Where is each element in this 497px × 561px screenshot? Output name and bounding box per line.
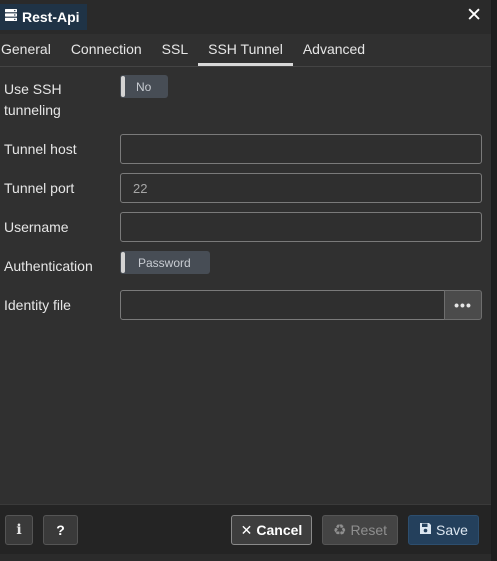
browse-file-button[interactable]: ••• [444, 290, 482, 320]
tunnel-host-input[interactable] [120, 134, 482, 164]
authentication-toggle-value: Password [138, 255, 191, 270]
use-ssh-toggle[interactable]: No [120, 75, 168, 98]
tab-connection[interactable]: Connection [61, 34, 152, 66]
save-label: Save [436, 522, 468, 538]
reset-button[interactable]: ♻ Reset [322, 515, 398, 545]
tunnel-port-label: Tunnel port [4, 180, 75, 196]
help-button[interactable]: ? [43, 515, 78, 545]
use-ssh-toggle-value: No [136, 79, 152, 94]
username-input[interactable] [120, 212, 482, 242]
close-icon[interactable]: ✕ [466, 6, 482, 26]
info-icon: i [16, 522, 22, 538]
username-label: Username [4, 219, 69, 235]
info-button[interactable]: i [5, 515, 33, 545]
tunnel-host-label: Tunnel host [4, 141, 77, 157]
identity-file-label: Identity file [4, 297, 71, 313]
server-dialog: Rest-Api ✕ General Connection SSL SSH Tu… [0, 0, 492, 554]
recycle-icon: ♻ [332, 522, 347, 539]
save-button[interactable]: Save [408, 515, 479, 545]
authentication-toggle[interactable]: Password [120, 251, 210, 274]
tab-bar: General Connection SSL SSH Tunnel Advanc… [0, 34, 491, 67]
tab-ssh-tunnel[interactable]: SSH Tunnel [198, 34, 293, 66]
dialog-footer: i ? ✕ Cancel ♻ Reset Save [0, 504, 491, 554]
floppy-disk-icon [419, 522, 432, 538]
cancel-button[interactable]: ✕ Cancel [231, 515, 312, 545]
dialog-titlebar[interactable]: Rest-Api ✕ [0, 0, 491, 34]
identity-file-input[interactable] [120, 290, 445, 320]
tab-advanced[interactable]: Advanced [293, 34, 375, 66]
dialog-title-chip: Rest-Api [0, 4, 87, 30]
toggle-knob [121, 252, 125, 273]
reset-label: Reset [350, 522, 388, 538]
close-x-icon: ✕ [240, 521, 253, 538]
dialog-title: Rest-Api [22, 9, 80, 25]
tab-ssl[interactable]: SSL [152, 34, 198, 66]
cancel-label: Cancel [256, 522, 303, 538]
tab-general[interactable]: General [0, 34, 61, 66]
use-ssh-label: Use SSH tunneling [4, 81, 62, 118]
toggle-knob [121, 76, 125, 97]
tunnel-port-input[interactable] [120, 173, 482, 203]
authentication-label: Authentication [4, 258, 93, 274]
server-icon [4, 8, 18, 27]
help-icon: ? [56, 522, 65, 538]
